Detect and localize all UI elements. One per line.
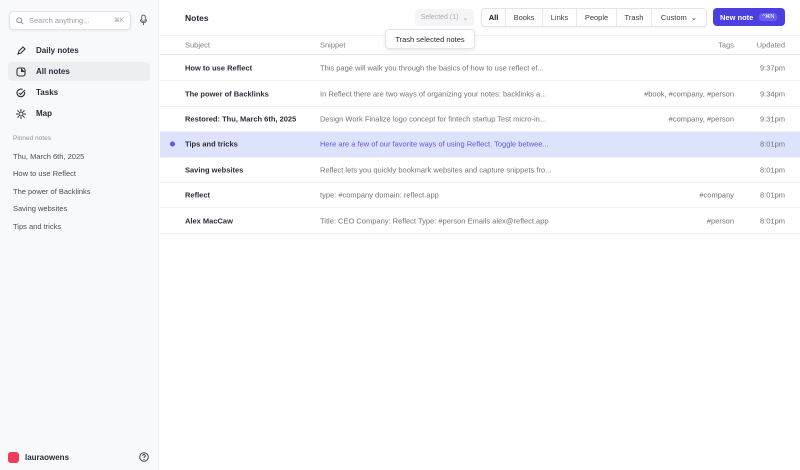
help-icon[interactable] xyxy=(139,452,149,462)
note-snippet: In Reflect there are two ways of organiz… xyxy=(320,89,547,99)
tab-books[interactable]: Books xyxy=(506,9,543,26)
pinned-note[interactable]: The power of Backlinks xyxy=(13,187,91,196)
check-circle-icon xyxy=(16,88,26,97)
avatar xyxy=(8,452,19,463)
pinned-notes-heading: Pinned notes xyxy=(13,135,51,142)
username: lauraowens xyxy=(25,453,70,462)
selected-dropdown[interactable]: Selected (1) ⌄ xyxy=(415,9,474,26)
user-account[interactable]: lauraowens xyxy=(8,452,69,463)
search-shortcut: ⌘K xyxy=(113,18,124,24)
selected-label: Selected (1) xyxy=(420,14,459,21)
page-title: Notes xyxy=(185,13,209,23)
note-subject: Reflect xyxy=(185,190,211,200)
sidebar-item-label: Map xyxy=(36,109,52,118)
table-row[interactable]: Reflect type: #company domain: reflect.ap… xyxy=(160,183,800,209)
sidebar-item-daily-notes[interactable]: Daily notes xyxy=(8,41,150,60)
filter-tabs: All Books Links People Trash Custom ⌄ xyxy=(481,8,707,27)
table-row[interactable]: Saving websites Reflect lets you quickly … xyxy=(160,158,800,183)
chevron-down-icon: ⌄ xyxy=(462,14,469,22)
note-snippet: This page will walk you through the basi… xyxy=(320,63,544,73)
tab-links[interactable]: Links xyxy=(543,9,577,26)
sidebar-item-map[interactable]: Map xyxy=(8,104,150,123)
note-subject: The power of Backlinks xyxy=(185,89,269,99)
sidebar-item-label: All notes xyxy=(36,67,70,76)
tab-custom-label: Custom xyxy=(660,13,687,22)
pencil-icon xyxy=(17,45,26,55)
note-subject: How to use Reflect xyxy=(185,63,253,73)
note-subject: Tips and tricks xyxy=(185,139,238,149)
note-snippet: Design Work Finalize logo concept for fi… xyxy=(320,114,547,124)
tab-trash[interactable]: Trash xyxy=(617,9,652,26)
microphone-icon[interactable] xyxy=(139,14,148,26)
note-snippet: Reflect lets you quickly bookmark websit… xyxy=(320,165,552,175)
note-snippet: type: #company domain: reflect.app xyxy=(320,190,439,200)
sidebar: Search anything... ⌘K Daily notes All no… xyxy=(0,0,159,470)
pinned-note[interactable]: Tips and tricks xyxy=(13,222,61,231)
table-row[interactable]: The power of Backlinks In Reflect there a… xyxy=(160,81,800,107)
column-snippet[interactable]: Snippet xyxy=(320,41,345,50)
note-subject: Restored: Thu, March 6th, 2025 xyxy=(185,114,297,124)
note-tags: #book, #company, #person xyxy=(644,89,734,99)
new-note-shortcut: ^⌘N xyxy=(759,13,778,21)
sun-icon xyxy=(16,108,26,119)
note-tags: #person xyxy=(706,216,734,226)
chevron-down-icon: ⌄ xyxy=(690,13,698,22)
table-row[interactable]: Alex MacCaw Title: CEO Company: Reflect T… xyxy=(160,208,800,234)
note-updated: 9:37pm xyxy=(759,63,785,73)
search-icon xyxy=(16,16,24,25)
tab-custom[interactable]: Custom ⌄ xyxy=(652,9,706,26)
note-updated: 8:01pm xyxy=(759,139,785,149)
pinned-note[interactable]: Saving websites xyxy=(13,204,67,213)
pinned-note[interactable]: Thu, March 6th, 2025 xyxy=(13,152,84,161)
note-subject: Saving websites xyxy=(185,165,244,175)
search-placeholder: Search anything... xyxy=(29,16,90,25)
column-updated[interactable]: Updated xyxy=(757,41,785,50)
new-note-label: New note xyxy=(720,12,754,22)
table-row[interactable]: Tips and tricks Here are a few of our fav… xyxy=(160,132,800,158)
column-subject[interactable]: Subject xyxy=(185,41,210,50)
new-note-button[interactable]: New note ^⌘N xyxy=(713,8,785,26)
notes-icon xyxy=(16,66,26,77)
tab-all[interactable]: All xyxy=(482,9,506,26)
sidebar-item-tasks[interactable]: Tasks xyxy=(8,83,150,102)
note-tags: #company xyxy=(699,190,734,200)
note-updated: 8:01pm xyxy=(759,165,785,175)
note-updated: 8:01pm xyxy=(759,216,785,226)
note-updated: 9:34pm xyxy=(759,89,785,99)
table-header: Subject Snippet Tags Updated xyxy=(160,35,800,55)
selected-indicator xyxy=(170,141,175,147)
note-updated: 8:01pm xyxy=(759,190,785,200)
search-input[interactable]: Search anything... ⌘K xyxy=(9,11,131,30)
note-tags: #company, #person xyxy=(668,114,734,124)
table-row[interactable]: Restored: Thu, March 6th, 2025 Design Wor… xyxy=(160,107,800,133)
sidebar-item-label: Daily notes xyxy=(36,46,79,55)
pinned-note[interactable]: How to use Reflect xyxy=(13,169,76,178)
tooltip: Trash selected notes xyxy=(385,29,475,49)
note-snippet: Title: CEO Company: Reflect Type: #perso… xyxy=(320,216,549,226)
sidebar-item-all-notes[interactable]: All notes xyxy=(8,62,150,81)
note-updated: 9:31pm xyxy=(759,114,785,124)
tab-people[interactable]: People xyxy=(577,9,617,26)
note-subject: Alex MacCaw xyxy=(185,216,233,226)
column-tags[interactable]: Tags xyxy=(718,41,734,50)
note-snippet: Here are a few of our favorite ways of u… xyxy=(320,139,549,149)
sidebar-item-label: Tasks xyxy=(36,88,59,97)
table-row[interactable]: How to use Reflect This page will walk yo… xyxy=(160,56,800,82)
